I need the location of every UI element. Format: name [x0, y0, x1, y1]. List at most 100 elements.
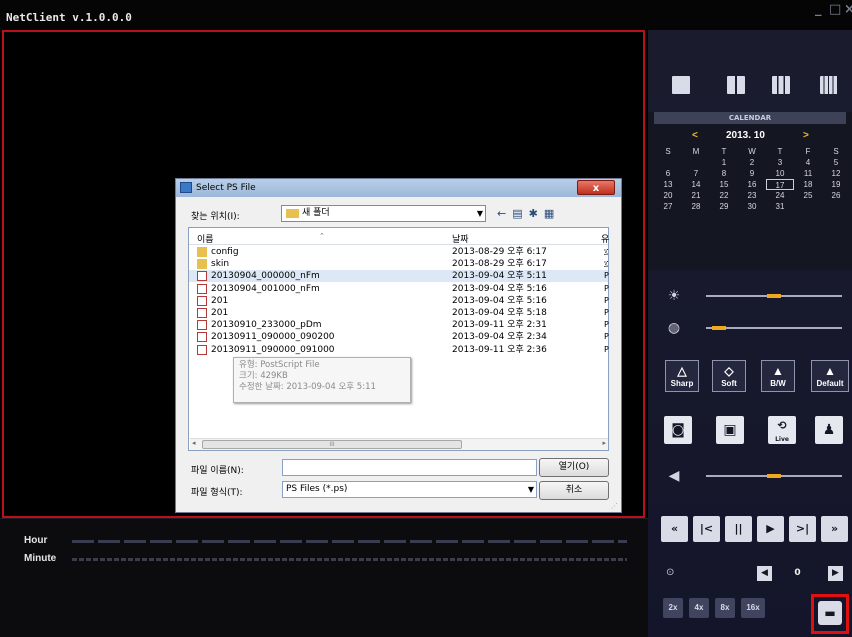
calendar-day: [682, 157, 710, 168]
calendar-day[interactable]: 23: [738, 190, 766, 201]
calendar-day[interactable]: 22: [710, 190, 738, 201]
skip-end-button[interactable]: >|: [789, 516, 816, 542]
calendar-day[interactable]: 10: [766, 168, 794, 179]
skip-start-button[interactable]: |<: [693, 516, 720, 542]
calendar-day[interactable]: 28: [682, 201, 710, 212]
quad-view-button[interactable]: [727, 76, 745, 94]
stamp-button[interactable]: ♟: [815, 416, 843, 444]
calendar-day[interactable]: 21: [682, 190, 710, 201]
scroll-left-icon[interactable]: ◂: [192, 439, 196, 447]
file-row[interactable]: 20130910_233000_pDm 2013-09-11 오후 2:31 P: [189, 319, 609, 331]
calendar-day[interactable]: 11: [794, 168, 822, 179]
save-button[interactable]: ▣: [716, 416, 744, 444]
prev-month-button[interactable]: <: [692, 130, 698, 141]
new-folder-icon[interactable]: ✱: [529, 207, 544, 220]
view-menu-icon[interactable]: ▦: [544, 207, 560, 220]
calendar-day[interactable]: 7: [682, 168, 710, 179]
file-row[interactable]: 20130904_000000_nFm 2013-09-04 오후 5:11 P: [189, 270, 609, 283]
contrast-thumb[interactable]: [712, 326, 727, 330]
next-month-button[interactable]: >: [803, 130, 809, 141]
calendar-day[interactable]: 30: [738, 201, 766, 212]
scroll-thumb[interactable]: III: [202, 440, 462, 449]
default-button[interactable]: ▲ Default: [811, 360, 849, 392]
calendar-day[interactable]: 17: [766, 179, 794, 190]
ps-file-icon: [197, 320, 207, 331]
back-icon[interactable]: ←: [497, 207, 512, 220]
calendar-day[interactable]: 26: [822, 190, 850, 201]
calendar-day[interactable]: 3: [766, 157, 794, 168]
fast-forward-button[interactable]: »: [821, 516, 848, 542]
nine-view-button[interactable]: [772, 76, 790, 94]
fast-rewind-button[interactable]: «: [661, 516, 688, 542]
calendar-day[interactable]: 8: [710, 168, 738, 179]
calendar-day[interactable]: 25: [794, 190, 822, 201]
horizontal-scrollbar[interactable]: ◂ III ▸: [190, 438, 608, 450]
up-folder-icon[interactable]: ▤: [512, 207, 528, 220]
minute-track[interactable]: [72, 558, 627, 561]
speed-16x-button[interactable]: 16x: [741, 598, 765, 618]
file-row[interactable]: 20130904_001000_nFm 2013-09-04 오후 5:16 P: [189, 283, 609, 295]
hour-track[interactable]: [72, 540, 627, 543]
sixteen-view-button[interactable]: [820, 76, 838, 94]
calendar-day[interactable]: 24: [766, 190, 794, 201]
frame-next-button[interactable]: ▶: [828, 566, 843, 581]
calendar-day[interactable]: 5: [822, 157, 850, 168]
calendar-day[interactable]: 1: [710, 157, 738, 168]
pause-button[interactable]: ||: [725, 516, 752, 542]
volume-slider[interactable]: ◀: [648, 466, 852, 486]
soft-button[interactable]: ◇ Soft: [712, 360, 746, 392]
filename-input[interactable]: [282, 459, 537, 476]
calendar-day[interactable]: 9: [738, 168, 766, 179]
file-row[interactable]: skin 2013-08-29 오후 6:17 ፲: [189, 258, 608, 270]
play-button[interactable]: ▶: [757, 516, 784, 542]
live-button[interactable]: ⟲ Live: [768, 416, 796, 444]
speed-2x-button[interactable]: 2x: [663, 598, 683, 618]
open-button[interactable]: 열기(O): [539, 458, 609, 477]
maximize-button[interactable]: □: [829, 2, 841, 17]
speed-8x-button[interactable]: 8x: [715, 598, 735, 618]
dialog-close-button[interactable]: x: [577, 180, 615, 195]
bw-button[interactable]: ▲ B/W: [761, 360, 795, 392]
lookin-dropdown[interactable]: 새 폴더 ▼: [281, 205, 486, 222]
resize-grip-icon[interactable]: ⋰: [611, 502, 619, 510]
calendar-day[interactable]: 12: [822, 168, 850, 179]
calendar-day[interactable]: 20: [654, 190, 682, 201]
calendar-day[interactable]: 16: [738, 179, 766, 190]
col-date-header[interactable]: 날짜: [452, 232, 469, 245]
single-view-button[interactable]: [672, 76, 690, 94]
file-row[interactable]: 20130911_090000_091000 2013-09-11 오후 2:36…: [189, 344, 609, 356]
calendar-day[interactable]: 4: [794, 157, 822, 168]
filetype-dropdown[interactable]: PS Files (*.ps) ▼: [282, 481, 537, 498]
calendar-day[interactable]: 19: [822, 179, 850, 190]
calendar-day[interactable]: 14: [682, 179, 710, 190]
open-folder-button[interactable]: ▬: [818, 601, 842, 625]
file-row[interactable]: config 2013-08-29 오후 6:17 ፲: [189, 246, 608, 258]
volume-thumb[interactable]: [767, 474, 781, 478]
frame-prev-button[interactable]: ◀: [757, 566, 772, 581]
calendar-day[interactable]: 18: [794, 179, 822, 190]
calendar-day[interactable]: 13: [654, 179, 682, 190]
file-row[interactable]: 20130911_090000_090200 2013-09-04 오후 2:34…: [189, 331, 609, 343]
file-row[interactable]: 201 2013-09-04 오후 5:16 P: [189, 295, 609, 307]
calendar-day[interactable]: 27: [654, 201, 682, 212]
minimize-button[interactable]: _: [815, 2, 822, 17]
col-type-header[interactable]: 유: [601, 232, 609, 245]
brightness-slider[interactable]: ☀: [648, 286, 852, 306]
file-row[interactable]: 201 2013-09-04 오후 5:18 P: [189, 307, 609, 319]
cancel-button[interactable]: 취소: [539, 481, 609, 500]
contrast-slider[interactable]: ◍: [648, 318, 852, 338]
scroll-right-icon[interactable]: ▸: [602, 439, 606, 447]
dialog-titlebar[interactable]: Select PS File x: [176, 179, 621, 197]
calendar-day[interactable]: 31: [766, 201, 794, 212]
close-button[interactable]: ×: [844, 2, 852, 17]
calendar-day[interactable]: 15: [710, 179, 738, 190]
snapshot-button[interactable]: ◙: [664, 416, 692, 444]
calendar-day[interactable]: 2: [738, 157, 766, 168]
sharp-button[interactable]: △ Sharp: [665, 360, 699, 392]
file-name: 20130910_233000_pDm: [211, 320, 322, 331]
col-name-header[interactable]: 이름: [197, 232, 214, 245]
brightness-thumb[interactable]: [767, 294, 781, 298]
calendar-day[interactable]: 6: [654, 168, 682, 179]
calendar-day[interactable]: 29: [710, 201, 738, 212]
speed-4x-button[interactable]: 4x: [689, 598, 709, 618]
